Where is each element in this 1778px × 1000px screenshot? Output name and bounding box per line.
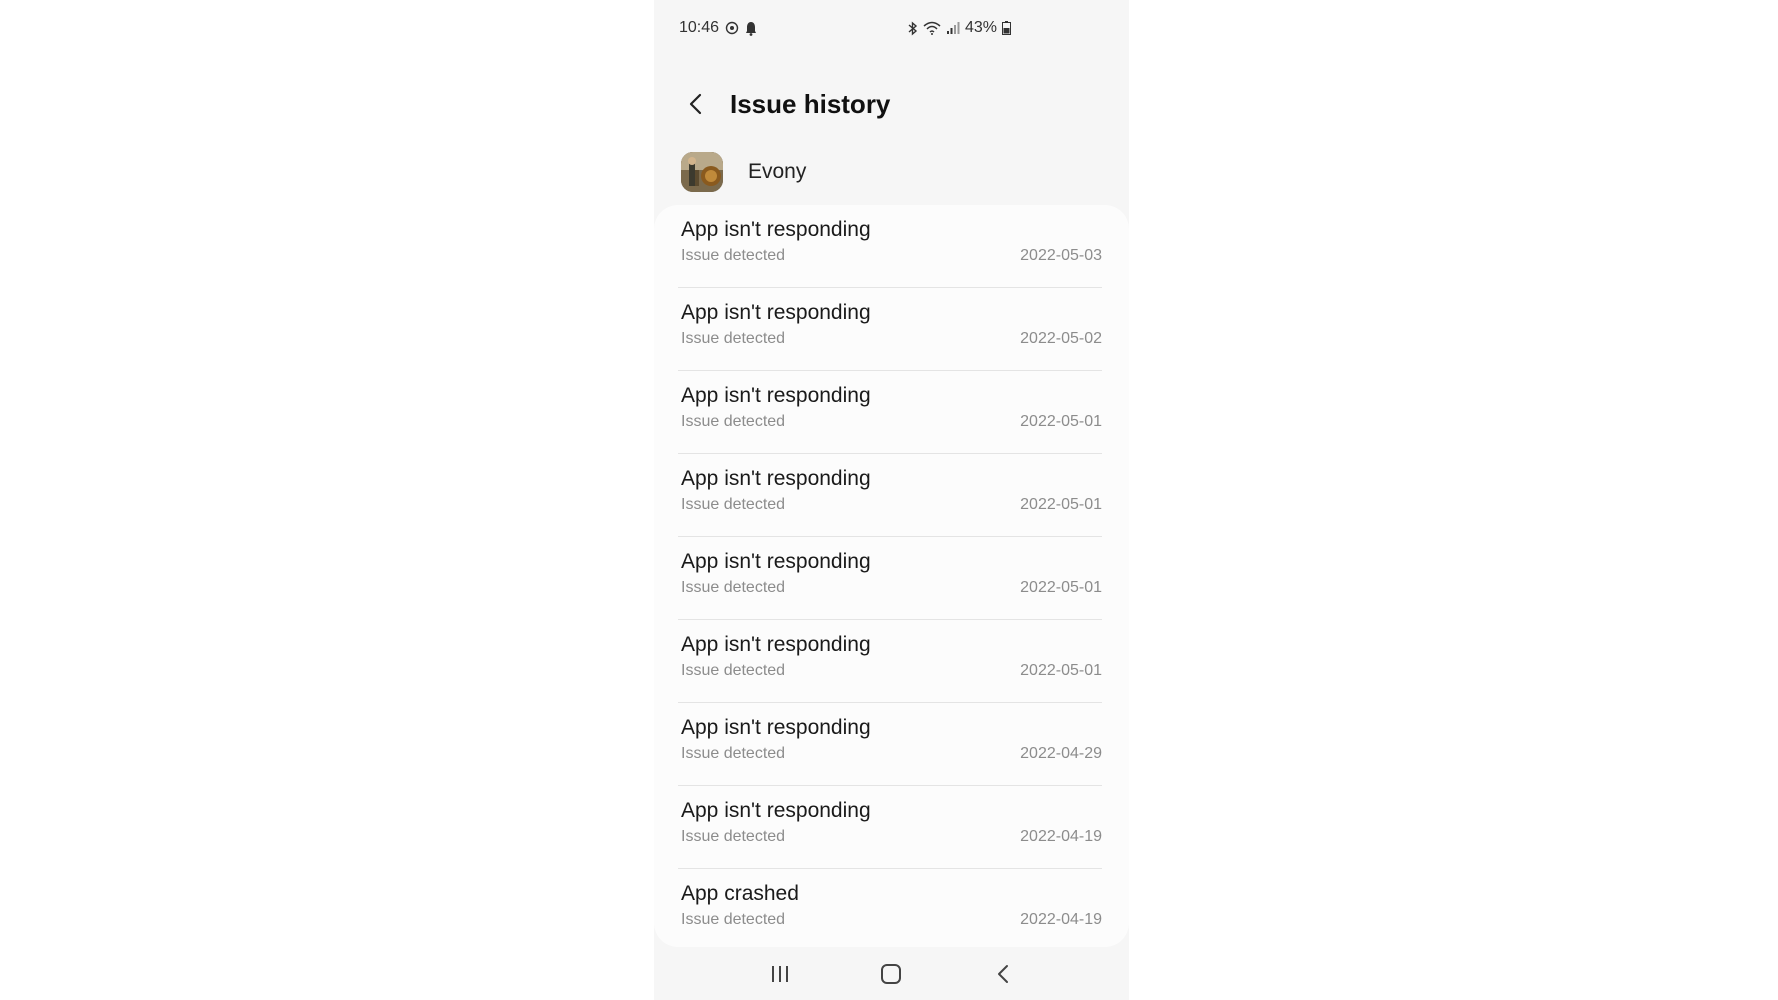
issue-title: App isn't responding — [681, 550, 871, 573]
navigation-bar — [654, 947, 1129, 1000]
bluetooth-icon — [907, 20, 918, 36]
app-header-row: Evony — [654, 148, 1129, 196]
back-arrow-icon — [689, 93, 702, 115]
status-time: 10:46 — [679, 19, 720, 36]
page-title: Issue history — [730, 88, 891, 119]
battery-icon — [1002, 21, 1011, 35]
issue-date: 2022-05-01 — [1020, 579, 1102, 596]
issue-title: App isn't responding — [681, 716, 871, 739]
issue-date: 2022-04-29 — [1020, 745, 1102, 762]
issue-list-item[interactable]: App isn't responding Issue detected 2022-0… — [654, 620, 1129, 703]
back-button[interactable] — [676, 84, 716, 124]
battery-percent: 43% — [964, 19, 997, 36]
app-icon — [681, 152, 723, 192]
issue-date: 2022-05-01 — [1020, 413, 1102, 430]
issue-title: App isn't responding — [681, 384, 871, 407]
issue-subtitle: Issue detected — [681, 745, 786, 762]
back-icon — [998, 964, 1009, 983]
signal-icon — [946, 21, 960, 35]
issue-subtitle: Issue detected — [681, 413, 786, 430]
issue-list-item[interactable]: App isn't responding Issue detected 2022-0… — [654, 786, 1129, 869]
home-button[interactable] — [861, 954, 921, 994]
app-bar: Issue history — [654, 76, 1129, 132]
issue-list-item[interactable]: App isn't responding Issue detected 2022-0… — [654, 454, 1129, 537]
issue-subtitle: Issue detected — [681, 330, 786, 347]
issue-date: 2022-05-01 — [1020, 496, 1102, 513]
recents-button[interactable] — [750, 954, 810, 994]
notification-icon — [745, 21, 757, 36]
issue-title: App isn't responding — [681, 301, 871, 324]
issue-title: App isn't responding — [681, 218, 871, 241]
issue-subtitle: Issue detected — [681, 496, 786, 513]
issue-subtitle: Issue detected — [681, 911, 786, 928]
home-icon — [881, 963, 902, 984]
issue-date: 2022-05-01 — [1020, 662, 1102, 679]
issue-subtitle: Issue detected — [681, 247, 786, 264]
app-name: Evony — [748, 160, 807, 183]
issue-list-item[interactable]: App isn't responding Issue detected 2022-0… — [654, 205, 1129, 288]
recents-icon — [771, 965, 788, 982]
issue-list-item[interactable]: App isn't responding Issue detected 2022-0… — [654, 288, 1129, 371]
issue-list: App isn't responding Issue detected 2022-0… — [654, 205, 1129, 947]
issue-subtitle: Issue detected — [681, 662, 786, 679]
wifi-icon — [923, 21, 941, 35]
issue-list-item[interactable]: App crashed Issue detected 2022-04-19 — [654, 869, 1129, 947]
issue-date: 2022-04-19 — [1020, 828, 1102, 845]
issue-date: 2022-04-19 — [1020, 911, 1102, 928]
issue-list-item[interactable]: App isn't responding Issue detected 2022-0… — [654, 537, 1129, 620]
phone-screen: 10:46 43% Issue history Evony App isn't … — [654, 0, 1129, 1000]
issue-list-item[interactable]: App isn't responding Issue detected 2022-0… — [654, 703, 1129, 786]
nav-back-button[interactable] — [973, 954, 1033, 994]
issue-list-item[interactable]: App isn't responding Issue detected 2022-0… — [654, 371, 1129, 454]
status-bar: 10:46 43% — [654, 0, 1129, 58]
issue-title: App crashed — [681, 882, 799, 905]
issue-date: 2022-05-02 — [1020, 330, 1102, 347]
issue-subtitle: Issue detected — [681, 579, 786, 596]
alarm-icon — [725, 21, 739, 35]
issue-subtitle: Issue detected — [681, 828, 786, 845]
issue-date: 2022-05-03 — [1020, 247, 1102, 264]
status-right: 43% — [907, 19, 1011, 37]
status-left: 10:46 — [679, 19, 757, 37]
issue-title: App isn't responding — [681, 467, 871, 490]
issue-title: App isn't responding — [681, 799, 871, 822]
issue-title: App isn't responding — [681, 633, 871, 656]
